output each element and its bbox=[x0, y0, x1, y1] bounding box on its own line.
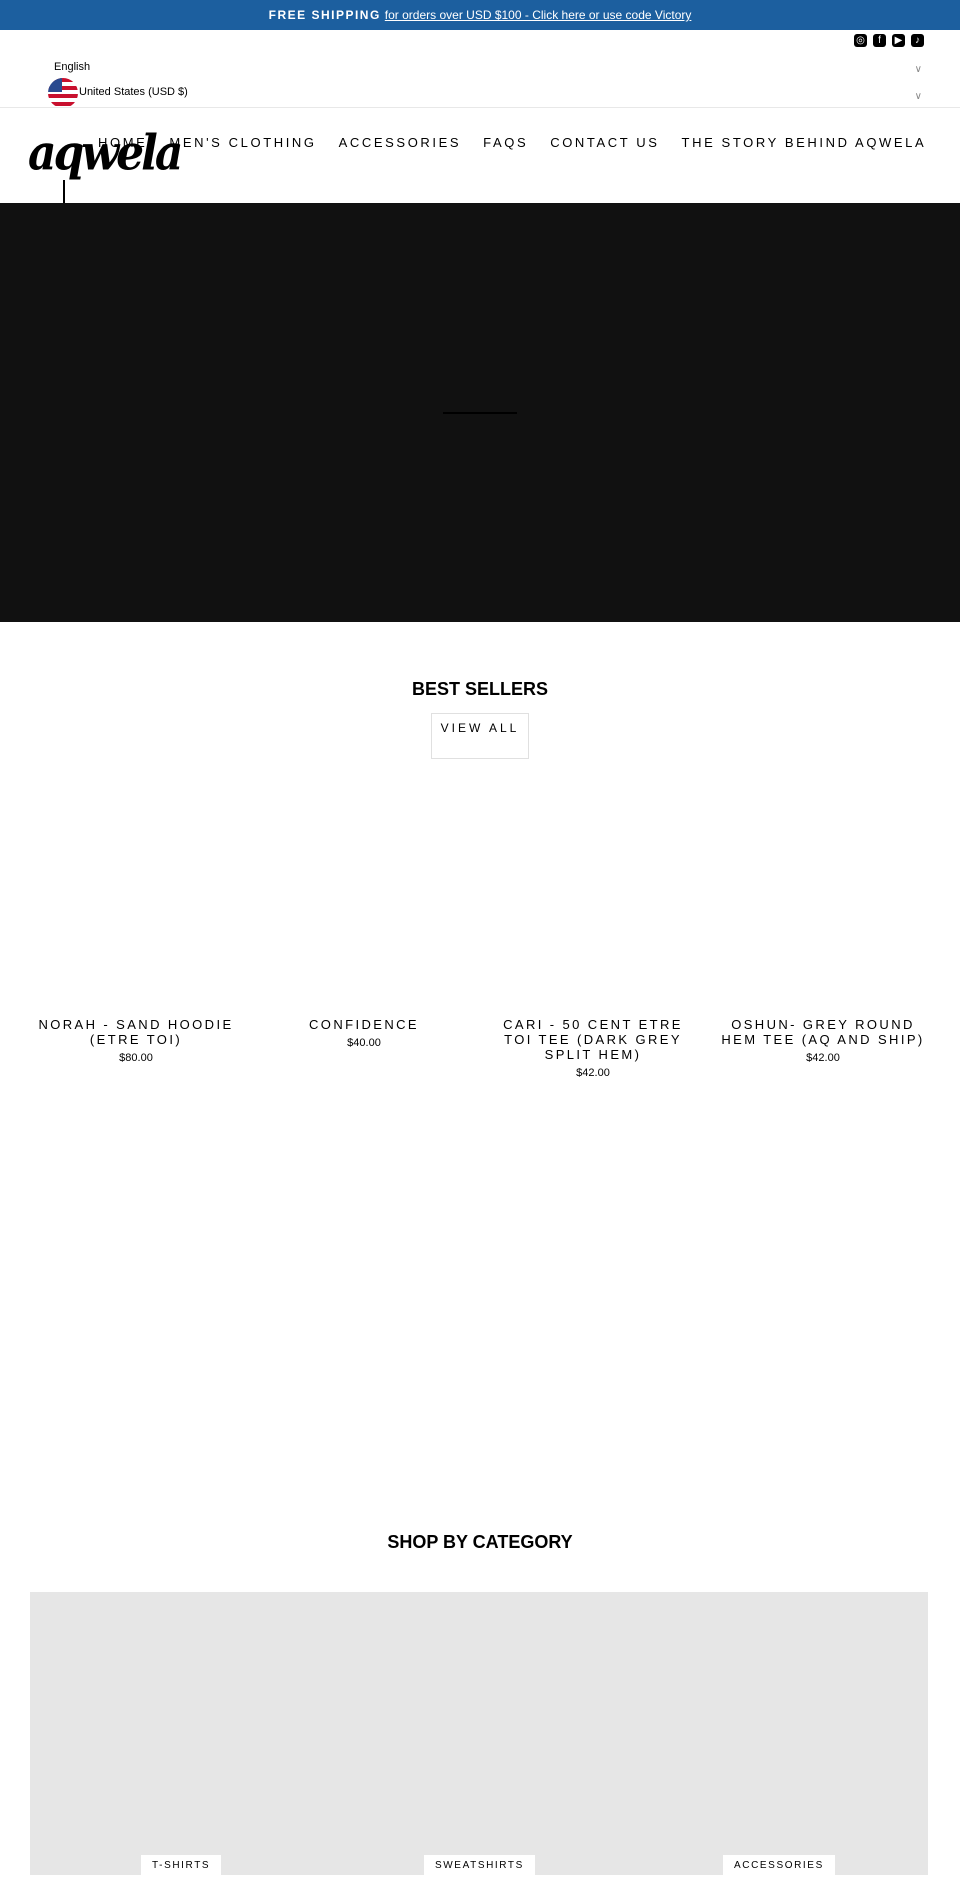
free-shipping-link[interactable]: for orders over USD $100 - Click here or… bbox=[385, 8, 692, 22]
product-card[interactable]: NORAH - SAND HOODIE (ETRE TOI) $80.00 bbox=[26, 1017, 246, 1064]
product-card[interactable]: CONFIDENCE $40.00 bbox=[254, 1017, 474, 1049]
category-accessories[interactable]: ACCESSORIES bbox=[723, 1855, 835, 1877]
language-selector[interactable]: English bbox=[54, 61, 90, 73]
category-tshirts[interactable]: T-SHIRTS bbox=[141, 1855, 222, 1877]
chevron-down-icon[interactable]: ∨ bbox=[915, 64, 922, 75]
product-title: CARI - 50 CENT ETRE TOI TEE (DARK GREY S… bbox=[503, 1017, 683, 1062]
hero-slideshow[interactable] bbox=[0, 203, 960, 622]
main-nav: HOME MEN'S CLOTHING ACCESSORIES FAQS CON… bbox=[98, 135, 926, 150]
tiktok-icon[interactable]: ♪ bbox=[911, 34, 924, 47]
product-title: CONFIDENCE bbox=[309, 1017, 419, 1032]
category-grid bbox=[30, 1592, 928, 1875]
product-card[interactable]: OSHUN- GREY ROUND HEM TEE (AQ AND SHIP) $… bbox=[712, 1017, 934, 1064]
product-price: $80.00 bbox=[119, 1052, 153, 1064]
chevron-down-icon[interactable]: ∨ bbox=[915, 91, 922, 102]
country-selector[interactable]: United States (USD $) bbox=[79, 86, 188, 98]
category-sweatshirts[interactable]: SWEATSHIRTS bbox=[424, 1855, 535, 1877]
nav-story[interactable]: THE STORY BEHIND AQWELA bbox=[682, 135, 927, 150]
best-sellers-title: BEST SELLERS bbox=[411, 679, 549, 699]
youtube-icon[interactable]: ▶ bbox=[892, 34, 905, 47]
nav-accessories[interactable]: ACCESSORIES bbox=[339, 135, 462, 150]
product-price: $42.00 bbox=[806, 1052, 840, 1064]
divider bbox=[0, 107, 960, 108]
nav-faqs[interactable]: FAQS bbox=[483, 135, 528, 150]
view-all-button[interactable]: VIEW ALL bbox=[431, 713, 529, 759]
announcement-bar: FREE SHIPPING for orders over USD $100 -… bbox=[0, 0, 960, 30]
product-card[interactable]: CARI - 50 CENT ETRE TOI TEE (DARK GREY S… bbox=[483, 1017, 703, 1079]
product-title: OSHUN- GREY ROUND HEM TEE (AQ AND SHIP) bbox=[721, 1017, 925, 1047]
nav-home[interactable]: HOME bbox=[98, 135, 147, 150]
product-title: NORAH - SAND HOODIE (ETRE TOI) bbox=[38, 1017, 234, 1047]
social-links: ◎ f ▶ ♪ bbox=[854, 34, 924, 47]
product-price: $40.00 bbox=[347, 1037, 381, 1049]
nav-contact-us[interactable]: CONTACT US bbox=[550, 135, 659, 150]
shop-by-category-title: SHOP BY CATEGORY bbox=[387, 1532, 573, 1552]
free-shipping-label: FREE SHIPPING bbox=[268, 8, 381, 22]
logo[interactable]: aqwela bbox=[28, 125, 183, 181]
nav-mens-clothing[interactable]: MEN'S CLOTHING bbox=[169, 135, 316, 150]
product-price: $42.00 bbox=[576, 1067, 610, 1079]
facebook-icon[interactable]: f bbox=[873, 34, 886, 47]
us-flag-icon bbox=[48, 78, 78, 108]
instagram-icon[interactable]: ◎ bbox=[854, 34, 867, 47]
loading-bar bbox=[443, 412, 517, 414]
